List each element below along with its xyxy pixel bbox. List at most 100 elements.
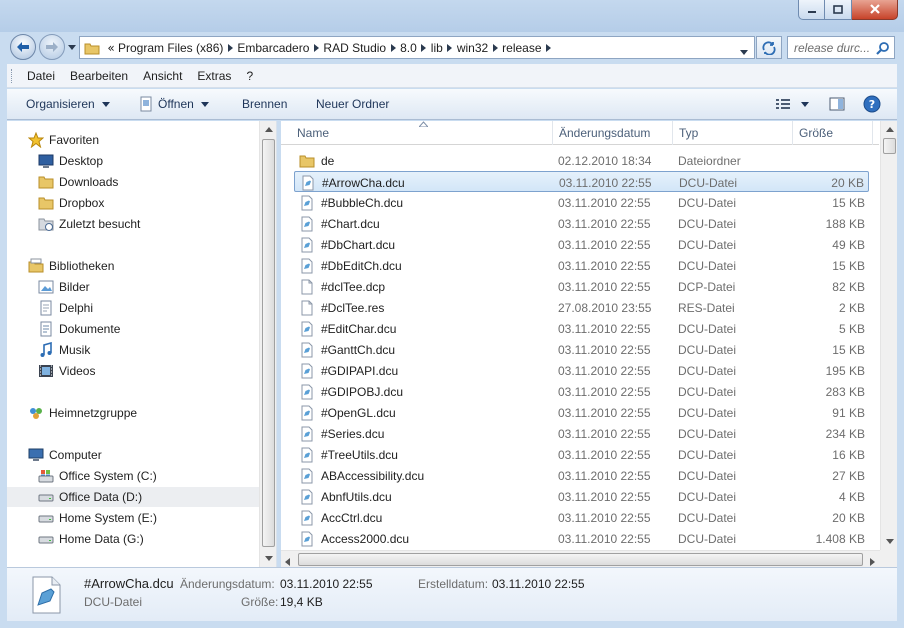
breadcrumb-overflow-icon[interactable]: «: [104, 41, 118, 55]
sidebar-item-bilder[interactable]: Bilder: [7, 277, 259, 297]
chevron-down-icon: [200, 101, 209, 107]
scroll-up-icon[interactable]: [264, 125, 273, 134]
sidebar-item-dropbox[interactable]: Dropbox: [7, 193, 259, 213]
table-row[interactable]: #ArrowCha.dcu 03.11.2010 22:55 DCU-Datei 20…: [294, 171, 869, 192]
breadcrumb-separator-icon[interactable]: [542, 43, 556, 52]
column-header-size[interactable]: Größe: [793, 121, 873, 145]
sidebar-item-delphi[interactable]: Delphi: [7, 298, 259, 318]
minimize-button[interactable]: [798, 0, 825, 20]
breadcrumb-segment[interactable]: lib: [431, 41, 443, 55]
breadcrumb-separator-icon[interactable]: [309, 43, 323, 52]
scrollbar-thumb[interactable]: [883, 138, 896, 154]
sidebar-item-home-system-e[interactable]: Home System (E:): [7, 508, 259, 528]
scroll-down-icon[interactable]: [885, 537, 894, 546]
sidebar-item-heimnetzgruppe[interactable]: Heimnetzgruppe: [7, 403, 259, 423]
breadcrumb-separator-icon[interactable]: [223, 43, 237, 52]
table-row[interactable]: AccCtrl.dcu 03.11.2010 22:55 DCU-Datei 20 K…: [294, 507, 869, 528]
menu-bar: Datei Bearbeiten Ansicht Extras ?: [7, 64, 897, 88]
file-type: DCU-Datei: [678, 363, 737, 378]
table-row[interactable]: Access2000.dcu 03.11.2010 22:55 DCU-Datei 1…: [294, 528, 869, 549]
search-icon[interactable]: [876, 41, 890, 58]
change-view-button[interactable]: [775, 97, 809, 111]
menu-bearbeiten[interactable]: Bearbeiten: [70, 69, 128, 83]
breadcrumb-segment[interactable]: win32: [457, 41, 488, 55]
refresh-button[interactable]: [756, 36, 782, 59]
sidebar-item-downloads[interactable]: Downloads: [7, 172, 259, 192]
breadcrumb-separator-icon[interactable]: [417, 43, 431, 52]
sidebar-item-computer[interactable]: Computer: [7, 445, 259, 465]
sidebar-item-home-data-g[interactable]: Home Data (G:): [7, 529, 259, 549]
menu-help[interactable]: ?: [246, 69, 253, 83]
close-icon: [869, 4, 880, 14]
organize-button[interactable]: Organisieren: [26, 89, 110, 119]
open-label: Öffnen: [158, 97, 194, 111]
forward-button[interactable]: [39, 34, 65, 60]
documents-icon: [38, 321, 54, 337]
table-row[interactable]: #GDIPAPI.dcu 03.11.2010 22:55 DCU-Datei 195…: [294, 360, 869, 381]
table-row[interactable]: #Series.dcu 03.11.2010 22:55 DCU-Datei 234 …: [294, 423, 869, 444]
file-date: 03.11.2010 22:55: [558, 195, 651, 210]
table-row[interactable]: de 02.12.2010 18:34 Dateiordner: [294, 150, 869, 171]
preview-pane-button[interactable]: [829, 97, 845, 114]
maximize-button[interactable]: [825, 0, 852, 20]
sidebar-item-favoriten[interactable]: Favoriten: [7, 130, 259, 150]
table-row[interactable]: #GDIPOBJ.dcu 03.11.2010 22:55 DCU-Datei 283…: [294, 381, 869, 402]
sidebar-item-bibliotheken[interactable]: Bibliotheken: [7, 256, 259, 276]
file-date: 03.11.2010 22:55: [558, 321, 651, 336]
sidebar-item-label: Downloads: [59, 175, 119, 189]
close-button[interactable]: [852, 0, 898, 20]
breadcrumb-segment[interactable]: Program Files (x86): [118, 41, 223, 55]
search-input[interactable]: [788, 37, 874, 58]
table-row[interactable]: #OpenGL.dcu 03.11.2010 22:55 DCU-Datei 91 K…: [294, 402, 869, 423]
scroll-down-icon[interactable]: [264, 554, 273, 563]
help-button[interactable]: ?: [863, 95, 881, 116]
table-row[interactable]: #BubbleCh.dcu 03.11.2010 22:55 DCU-Datei 15…: [294, 192, 869, 213]
column-headers: Name Änderungsdatum Typ Größe: [281, 121, 879, 145]
address-bar[interactable]: « Program Files (x86) Embarcadero RAD Stud…: [79, 36, 755, 59]
search-box[interactable]: [787, 36, 895, 59]
burn-button[interactable]: Brennen: [242, 89, 287, 119]
sidebar-item-desktop[interactable]: Desktop: [7, 151, 259, 171]
table-row[interactable]: #Chart.dcu 03.11.2010 22:55 DCU-Datei 188 K…: [294, 213, 869, 234]
navigation-row: « Program Files (x86) Embarcadero RAD Stud…: [0, 32, 904, 62]
new-folder-button[interactable]: Neuer Ordner: [316, 89, 389, 119]
sidebar-item-dokumente[interactable]: Dokumente: [7, 319, 259, 339]
menu-datei[interactable]: Datei: [27, 69, 55, 83]
scrollbar-thumb[interactable]: [262, 139, 275, 547]
sidebar-item-office-data-d[interactable]: Office Data (D:): [7, 487, 259, 507]
scroll-up-icon[interactable]: [885, 125, 894, 134]
table-row[interactable]: #dclTee.dcp 03.11.2010 22:55 DCP-Datei 82 K…: [294, 276, 869, 297]
file-list-horizontal-scrollbar[interactable]: [281, 550, 880, 567]
back-button[interactable]: [10, 34, 36, 60]
table-row[interactable]: #GanttCh.dcu 03.11.2010 22:55 DCU-Datei 15 …: [294, 339, 869, 360]
breadcrumb-separator-icon[interactable]: [488, 43, 502, 52]
breadcrumb-segment[interactable]: 8.0: [400, 41, 417, 55]
address-history-dropdown[interactable]: [740, 44, 748, 58]
table-row[interactable]: AbnfUtils.dcu 03.11.2010 22:55 DCU-Datei 4 …: [294, 486, 869, 507]
column-header-date[interactable]: Änderungsdatum: [553, 121, 673, 145]
menu-ansicht[interactable]: Ansicht: [143, 69, 182, 83]
file-list-scrollbar[interactable]: [880, 121, 897, 567]
sidebar-item-zuletzt-besucht[interactable]: Zuletzt besucht: [7, 214, 259, 234]
menu-extras[interactable]: Extras: [197, 69, 231, 83]
table-row[interactable]: #DbChart.dcu 03.11.2010 22:55 DCU-Datei 49 …: [294, 234, 869, 255]
breadcrumb-segment[interactable]: release: [502, 41, 541, 55]
recent-pages-dropdown[interactable]: [67, 42, 77, 52]
table-row[interactable]: ABAccessibility.dcu 03.11.2010 22:55 DCU-D…: [294, 465, 869, 486]
breadcrumb-separator-icon[interactable]: [386, 43, 400, 52]
breadcrumb-separator-icon[interactable]: [443, 43, 457, 52]
column-header-type[interactable]: Typ: [673, 121, 793, 145]
horizontal-scrollbar-thumb[interactable]: [298, 553, 863, 566]
sidebar-item-office-system-c[interactable]: Office System (C:): [7, 466, 259, 486]
table-row[interactable]: #TreeUtils.dcu 03.11.2010 22:55 DCU-Datei 1…: [294, 444, 869, 465]
sidebar-item-musik[interactable]: Musik: [7, 340, 259, 360]
sidebar-item-label: Heimnetzgruppe: [49, 406, 138, 420]
breadcrumb-segment[interactable]: RAD Studio: [323, 41, 386, 55]
table-row[interactable]: #DclTee.res 27.08.2010 23:55 RES-Datei 2 KB: [294, 297, 869, 318]
sidebar-item-videos[interactable]: Videos: [7, 361, 259, 381]
table-row[interactable]: #DbEditCh.dcu 03.11.2010 22:55 DCU-Datei 15…: [294, 255, 869, 276]
navigation-pane-scrollbar[interactable]: [259, 121, 276, 567]
open-button[interactable]: Öffnen: [138, 89, 209, 119]
breadcrumb-segment[interactable]: Embarcadero: [237, 41, 309, 55]
table-row[interactable]: #EditChar.dcu 03.11.2010 22:55 DCU-Datei 5 …: [294, 318, 869, 339]
